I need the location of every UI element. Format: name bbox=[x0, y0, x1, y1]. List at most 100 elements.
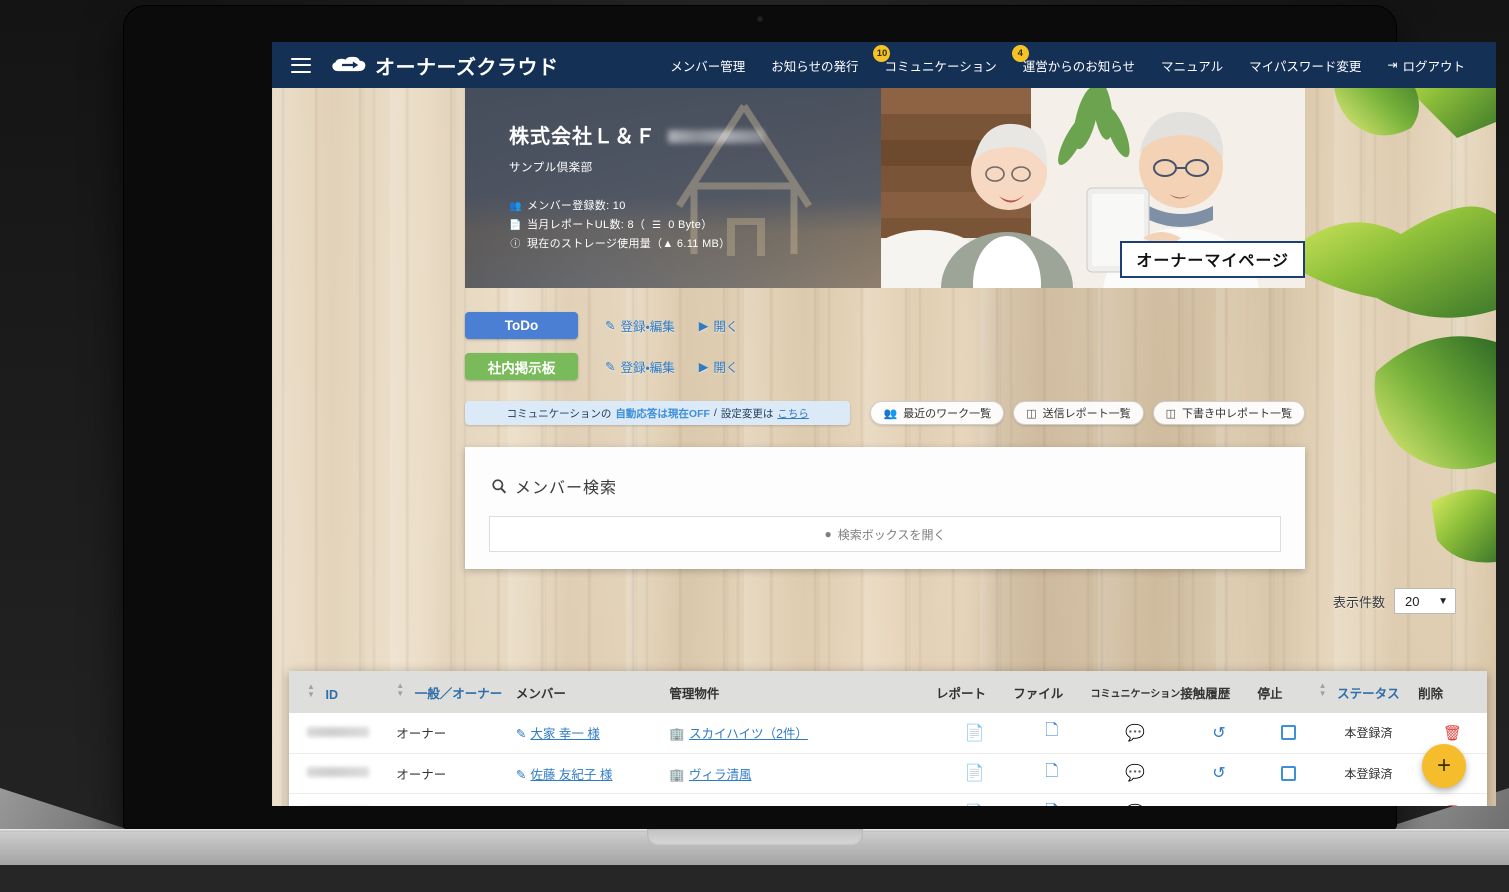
operator-news-badge: 4 bbox=[1011, 45, 1029, 62]
club-name: サンプル倶楽部 bbox=[509, 162, 593, 174]
stat-monthly-reports: 📄 当月レポートUL数: 8（ ☰ 0 Byte） bbox=[509, 216, 881, 235]
nav-item-change-password[interactable]: マイパスワード変更 bbox=[1236, 42, 1374, 88]
cell-communication: 💬 bbox=[1090, 753, 1180, 793]
cell-member: ✎ 大家 幸一 様 bbox=[516, 713, 669, 753]
company-name-text: 株式会社Ｌ＆Ｆ bbox=[509, 126, 656, 148]
edit-square-icon: ✎ bbox=[605, 319, 616, 333]
hero-banner: 株式会社Ｌ＆Ｆ サンプル倶楽部 👥 メンバー登録数: 10 📄 当月レポートUL… bbox=[465, 88, 1305, 288]
nav-label: コミュニケーション bbox=[884, 59, 997, 74]
cell-member: ✎高橋 健一郎 様 bbox=[516, 793, 669, 806]
sent-reports-button[interactable]: ◫ 送信レポート一覧 bbox=[1013, 401, 1144, 425]
edit-square-icon: ✎ bbox=[515, 727, 527, 742]
chat-bubbles-icon[interactable]: 💬 bbox=[1125, 765, 1145, 782]
add-member-fab-button[interactable]: + bbox=[1422, 744, 1466, 788]
th-stop: 停止 bbox=[1258, 671, 1319, 713]
member-name: 大家 幸一 様 bbox=[530, 727, 600, 742]
nav-item-announcement[interactable]: お知らせの発行 bbox=[758, 42, 871, 88]
link-label: 登録・編集 bbox=[620, 361, 675, 375]
member-table-element: ▲ ▼ ID ▲ ▼ 一般／オーナー メンバー 管理物件 レポート ファイル コ… bbox=[289, 671, 1487, 806]
todo-button[interactable]: ToDo bbox=[465, 312, 578, 339]
member-link[interactable]: ✎ 大家 幸一 様 bbox=[516, 727, 600, 741]
property-link[interactable]: 🏢 スカイハイツ（2件） bbox=[669, 727, 808, 741]
chat-bubbles-icon[interactable]: 💬 bbox=[1125, 725, 1145, 742]
per-page-select[interactable]: 20 ▼ bbox=[1394, 588, 1456, 614]
todo-register-edit-link[interactable]: ✎ 登録・編集 bbox=[605, 316, 675, 335]
th-contact-history: 接触履歴 bbox=[1180, 671, 1257, 713]
chevron-down-icon: ▼ bbox=[1438, 595, 1448, 607]
settings-link[interactable]: こちら bbox=[777, 406, 809, 421]
company-info-card: 株式会社Ｌ＆Ｆ サンプル倶楽部 👥 メンバー登録数: 10 📄 当月レポートUL… bbox=[465, 88, 881, 288]
cell-file: 🗋 bbox=[1013, 713, 1090, 753]
table-row: オーナー ✎高橋 健一郎 様 🏢パーク問屋町 bbox=[289, 793, 1487, 806]
users-icon: 👥 bbox=[509, 201, 522, 212]
member-link[interactable]: ✎ 佐藤 友紀子 様 bbox=[516, 768, 612, 782]
document-icon[interactable]: 📄 bbox=[965, 765, 985, 782]
copy-files-icon[interactable]: 🗋 bbox=[1045, 722, 1058, 739]
th-id[interactable]: ▲ ▼ ID bbox=[289, 671, 396, 713]
cell-report: 📄 bbox=[936, 793, 1013, 806]
table-header-row: ▲ ▼ ID ▲ ▼ 一般／オーナー メンバー 管理物件 レポート ファイル コ… bbox=[289, 671, 1487, 713]
database-icon: ☰ bbox=[652, 220, 662, 231]
draft-reports-button[interactable]: ◫ 下書き中レポート一覧 bbox=[1152, 401, 1305, 425]
report-buttons: 👥 最近のワーク一覧 ◫ 送信レポート一覧 ◫ 下書き中レポート一覧 bbox=[870, 401, 1305, 425]
history-clock-icon[interactable]: ↺ bbox=[1212, 805, 1225, 806]
nav-item-member-management[interactable]: メンバー管理 bbox=[657, 42, 758, 88]
property-name: ヴィラ清風 bbox=[688, 767, 752, 782]
nav-label: お知らせの発行 bbox=[771, 59, 859, 74]
recent-work-list-button[interactable]: 👥 最近のワーク一覧 bbox=[870, 401, 1005, 425]
stat-storage-usage: ⓘ 現在のストレージ使用量（▲ 6.11 MB） bbox=[509, 235, 881, 254]
trash-icon[interactable]: 🗑 bbox=[1443, 805, 1462, 806]
history-clock-icon[interactable]: ↺ bbox=[1212, 765, 1225, 782]
copy-files-icon[interactable]: 🗋 bbox=[1045, 763, 1058, 780]
stat-text: メンバー登録数: 10 bbox=[527, 200, 626, 212]
th-communication: コミュニケーション bbox=[1090, 671, 1180, 713]
checkbox-icon[interactable] bbox=[1280, 765, 1296, 781]
cell-stop bbox=[1258, 713, 1319, 753]
brand-title: オーナーズクラウド bbox=[375, 56, 559, 79]
history-clock-icon[interactable]: ↺ bbox=[1212, 725, 1225, 742]
list-icon: ◫ bbox=[1026, 407, 1037, 420]
open-search-box-button[interactable]: ● 検索ボックスを開く bbox=[489, 516, 1281, 552]
search-box-label: 検索ボックスを開く bbox=[837, 527, 946, 542]
cell-stop bbox=[1258, 793, 1319, 806]
th-label: レポート bbox=[935, 686, 986, 701]
brand-logo[interactable]: オーナーズクラウド bbox=[332, 51, 559, 80]
redacted-id bbox=[307, 767, 369, 777]
nav-item-communication[interactable]: 10 コミュニケーション bbox=[871, 42, 1009, 88]
document-icon[interactable]: 📄 bbox=[965, 805, 985, 806]
comm-divider: / bbox=[713, 407, 717, 419]
bulletin-register-edit-link[interactable]: ✎ 登録・編集 bbox=[605, 357, 675, 376]
todo-open-link[interactable]: ▶ 開く bbox=[699, 316, 739, 335]
copy-files-icon[interactable]: 🗋 bbox=[1045, 803, 1058, 807]
caret-right-icon: ▶ bbox=[698, 319, 709, 333]
nav-item-logout[interactable]: ⇥ ログアウト bbox=[1374, 42, 1478, 88]
owner-photo-banner: オーナーマイページ bbox=[881, 88, 1305, 288]
cell-report: 📄 bbox=[936, 753, 1013, 793]
action-row-todo: ToDo ✎ 登録・編集 ▶ 開く bbox=[465, 312, 965, 339]
communication-row: コミュニケーションの 自動応答は現在OFF / 設定変更は こちら 👥 最近のワ… bbox=[465, 401, 1305, 425]
laptop-trackpad-notch bbox=[646, 829, 863, 846]
document-icon[interactable]: 📄 bbox=[965, 725, 985, 742]
member-table: ▲ ▼ ID ▲ ▼ 一般／オーナー メンバー 管理物件 レポート ファイル コ… bbox=[289, 671, 1487, 806]
cell-member-type: オーナー bbox=[396, 767, 447, 782]
property-link[interactable]: 🏢 ヴィラ清風 bbox=[669, 768, 751, 782]
cell-communication: 💬 bbox=[1090, 713, 1180, 753]
stat-text2: 0 Byte） bbox=[668, 219, 713, 231]
chat-bubbles-icon[interactable]: 💬 bbox=[1125, 805, 1145, 806]
bulletin-open-link[interactable]: ▶ 開く bbox=[699, 357, 739, 376]
th-label: 管理物件 bbox=[669, 686, 720, 701]
hamburger-menu-icon[interactable] bbox=[291, 57, 311, 73]
th-member-type[interactable]: ▲ ▼ 一般／オーナー bbox=[396, 671, 516, 713]
redacted-text bbox=[668, 130, 764, 143]
page-content: 株式会社Ｌ＆Ｆ サンプル倶楽部 👥 メンバー登録数: 10 📄 当月レポートUL… bbox=[272, 88, 1496, 806]
checkbox-icon[interactable] bbox=[1280, 725, 1296, 741]
nav-item-operator-news[interactable]: 4 運営からのお知らせ bbox=[1010, 42, 1148, 88]
edit-square-icon: ✎ bbox=[605, 360, 616, 374]
trash-icon[interactable]: 🗑 bbox=[1443, 725, 1462, 742]
th-label: 接触履歴 bbox=[1180, 686, 1231, 701]
th-status[interactable]: ▲ ▼ ステータス bbox=[1319, 671, 1419, 713]
nav-item-manual[interactable]: マニュアル bbox=[1148, 42, 1236, 88]
navbar-links: メンバー管理 お知らせの発行 10 コミュニケーション 4 運営からのお知らせ … bbox=[657, 42, 1478, 88]
search-panel-title: メンバー検索 bbox=[465, 447, 1305, 498]
bulletin-board-button[interactable]: 社内掲示板 bbox=[465, 353, 578, 380]
